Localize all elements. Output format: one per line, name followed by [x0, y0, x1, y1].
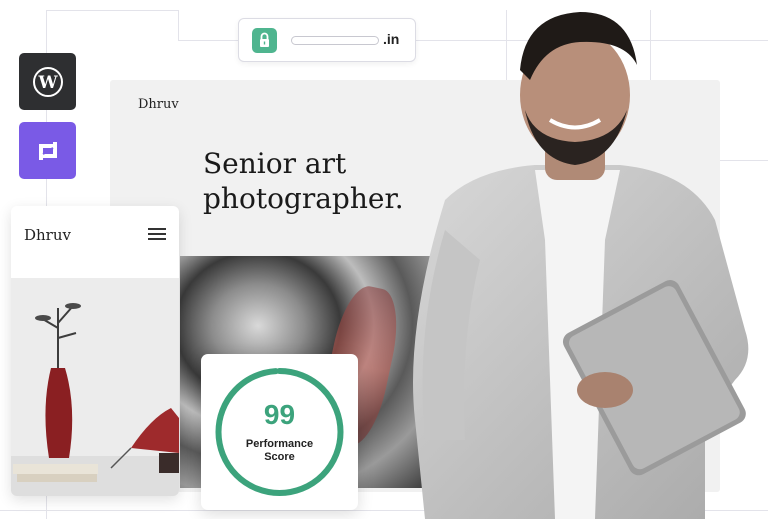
performance-gauge-arc [215, 368, 344, 496]
mobile-hero-photo [11, 278, 179, 496]
svg-text:W: W [37, 73, 58, 93]
hamburger-menu-icon[interactable] [148, 228, 166, 242]
performance-score-label: Performance Score [201, 438, 358, 464]
headline-line-2: photographer. [203, 182, 404, 215]
photographer-portrait [413, 12, 749, 519]
lock-icon [252, 28, 277, 53]
mobile-site-brand: Dhruv [24, 226, 71, 244]
performance-label-line-2: Score [264, 451, 295, 463]
performance-gauge [215, 368, 344, 496]
grid-line [178, 10, 179, 40]
performance-label-line-1: Performance [245, 438, 314, 450]
url-input[interactable] [291, 36, 379, 45]
performance-score-value: 99 [263, 399, 296, 430]
performance-score-card: 99 Performance Score [201, 354, 358, 510]
site-builder-app-tile[interactable] [19, 122, 76, 179]
mobile-site-preview: Dhruv [11, 206, 179, 496]
url-bar[interactable]: .in [238, 18, 416, 62]
wordpress-icon: W [32, 66, 63, 97]
site-headline: Senior art photographer. [203, 146, 404, 216]
headline-line-1: Senior art [203, 147, 347, 180]
wordpress-app-tile[interactable]: W [19, 53, 76, 110]
grid-line [46, 10, 179, 11]
site-builder-icon [38, 141, 57, 160]
site-brand: Dhruv [138, 97, 179, 112]
domain-extension: .in [383, 31, 400, 47]
